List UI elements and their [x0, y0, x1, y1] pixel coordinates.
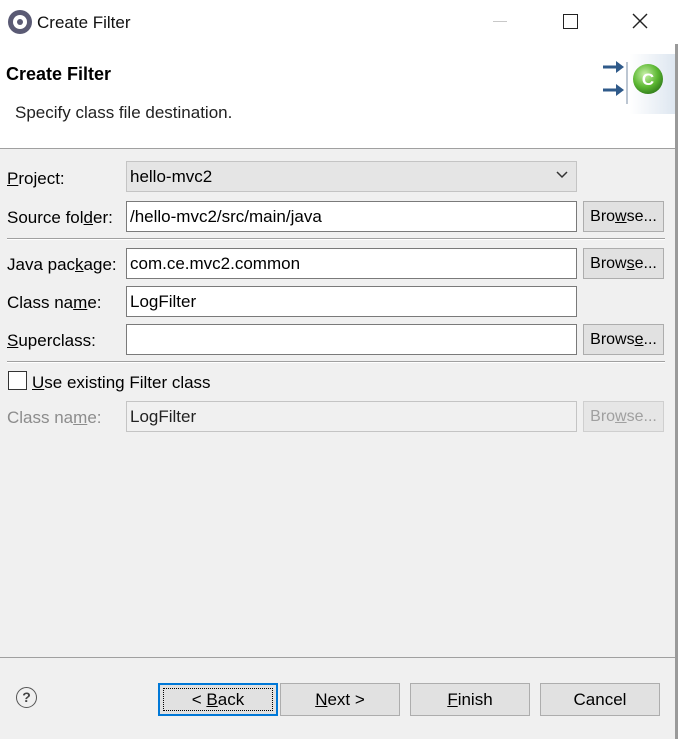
superclass-input[interactable]: [126, 324, 577, 355]
use-existing-checkbox[interactable]: [8, 371, 27, 390]
java-package-label: Java package:: [7, 255, 117, 274]
java-package-browse-button[interactable]: Browse...: [583, 248, 664, 279]
cancel-button[interactable]: Cancel: [540, 683, 660, 716]
java-package-input[interactable]: com.ce.mvc2.common: [126, 248, 577, 279]
banner-separator: [0, 148, 678, 149]
title-bar: Create Filter: [0, 0, 678, 44]
wizard-banner: Create Filter Specify class file destina…: [0, 44, 678, 148]
existing-class-name-input: LogFilter: [126, 401, 577, 432]
maximize-button[interactable]: [547, 4, 593, 40]
superclass-browse-button[interactable]: Browse...: [583, 324, 664, 355]
close-button[interactable]: [617, 4, 663, 40]
help-icon[interactable]: ?: [16, 687, 37, 708]
section-separator: [7, 361, 665, 363]
class-name-label: Class name:: [7, 293, 102, 312]
minimize-button[interactable]: [477, 4, 523, 40]
new-class-wizard-icon: C: [603, 54, 676, 114]
back-button[interactable]: < Back: [158, 683, 278, 716]
section-separator: [7, 238, 665, 240]
window-title: Create Filter: [37, 13, 131, 32]
finish-button[interactable]: Finish: [410, 683, 530, 716]
existing-class-browse-button: Browse...: [583, 401, 664, 432]
source-folder-label: Source folder:: [7, 208, 113, 227]
eclipse-icon: [8, 10, 32, 34]
use-existing-label[interactable]: Use existing Filter class: [32, 373, 211, 393]
footer-separator: [0, 657, 678, 658]
chevron-down-icon: [556, 171, 568, 179]
project-select[interactable]: hello-mvc2: [126, 161, 577, 192]
source-folder-browse-button[interactable]: Browse...: [583, 201, 664, 232]
class-name-input[interactable]: LogFilter: [126, 286, 577, 317]
project-value: hello-mvc2: [130, 167, 213, 186]
svg-text:C: C: [642, 70, 654, 89]
wizard-description: Specify class file destination.: [15, 103, 233, 122]
wizard-title: Create Filter: [6, 64, 112, 84]
next-button[interactable]: Next >: [280, 683, 400, 716]
superclass-label: Superclass:: [7, 331, 96, 350]
existing-class-name-label: Class name:: [7, 408, 102, 427]
source-folder-input[interactable]: /hello-mvc2/src/main/java: [126, 201, 577, 232]
close-icon: [632, 13, 648, 29]
project-label: Project:: [7, 169, 65, 188]
